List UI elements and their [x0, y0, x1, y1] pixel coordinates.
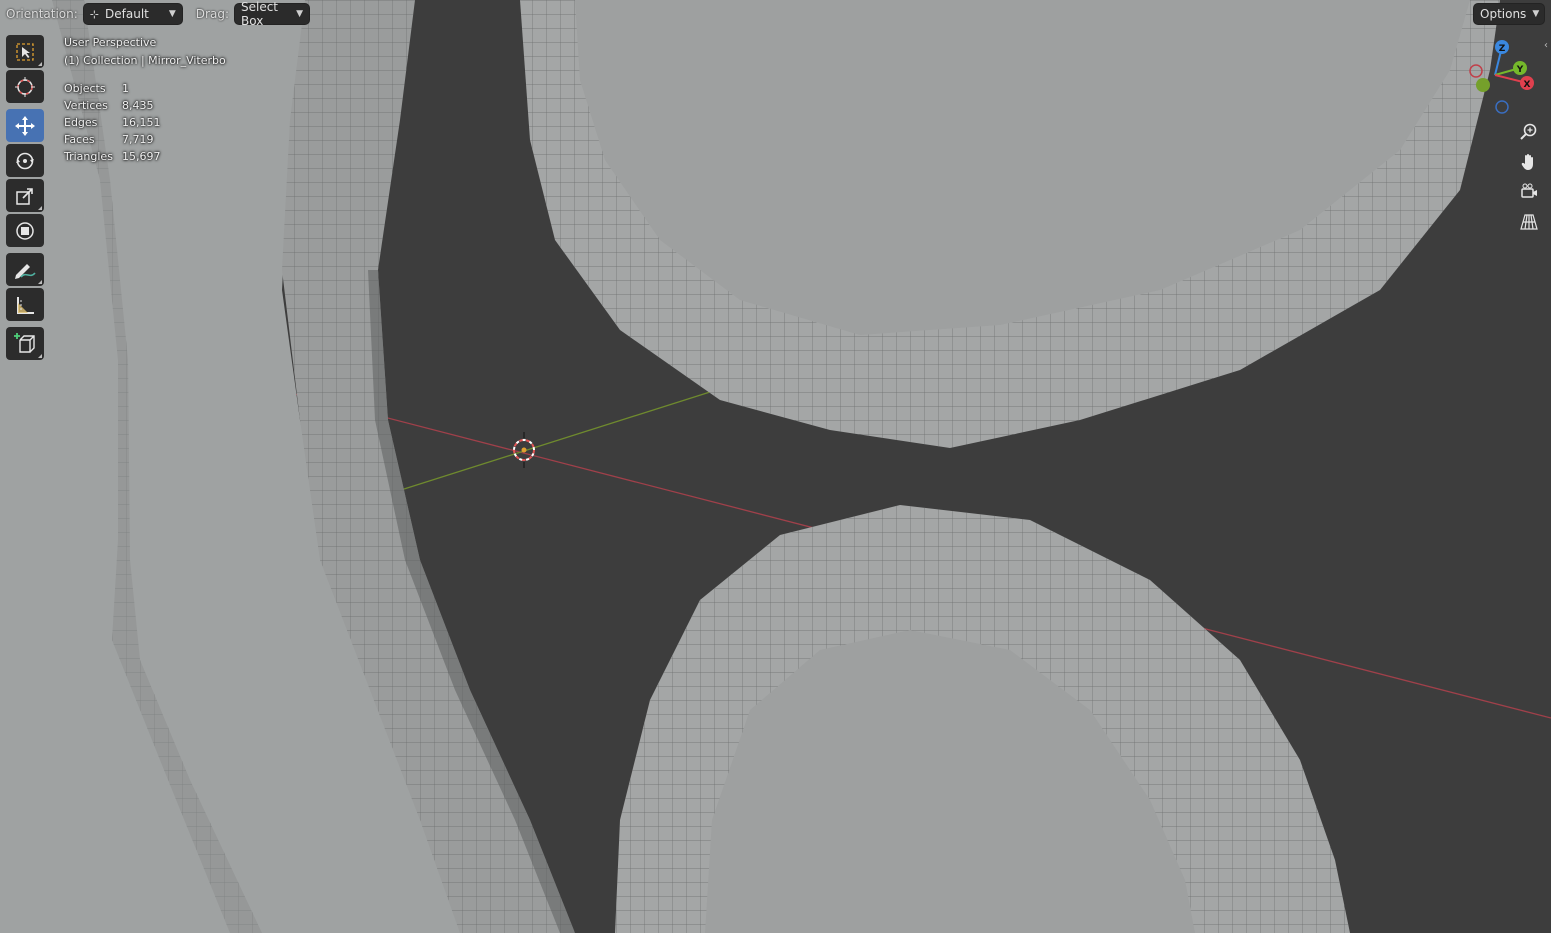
cursor-tool[interactable]	[6, 70, 44, 103]
orientation-dropdown[interactable]: ⊹ Default ▼	[83, 4, 182, 24]
stat-row: Faces 7,719	[64, 133, 226, 150]
scale-icon	[16, 187, 33, 205]
stat-row: Objects 1	[64, 82, 226, 99]
scale-tool[interactable]	[6, 179, 44, 212]
tool-shelf	[6, 35, 46, 362]
zoom-button[interactable]	[1515, 118, 1543, 146]
cursor-icon	[15, 76, 35, 97]
rotate-tool[interactable]	[6, 144, 44, 177]
stat-key: Vertices	[64, 99, 108, 112]
stat-value: 8,435	[122, 99, 154, 112]
orientation-value: Default	[105, 7, 149, 21]
navigation-controls	[1515, 118, 1545, 238]
stat-value: 1	[122, 82, 129, 95]
move-tool[interactable]	[6, 109, 44, 142]
zoom-icon	[1520, 123, 1537, 140]
rotate-icon	[16, 152, 34, 169]
perspective-toggle-button[interactable]	[1515, 208, 1543, 236]
3d-viewport[interactable]: Z Y X	[0, 0, 1551, 933]
chevron-down-icon: ▼	[296, 9, 303, 19]
scene-statistics: Objects 1 Vertices 8,435 Edges 16,151 Fa…	[64, 82, 226, 167]
measure-icon	[17, 296, 34, 314]
stat-value: 15,697	[122, 150, 161, 163]
gizmo-x-label: X	[1524, 80, 1531, 90]
measure-tool[interactable]	[6, 288, 44, 321]
options-dropdown[interactable]: Options ▼	[1474, 4, 1544, 24]
gizmo-y-label: Y	[1516, 65, 1524, 75]
stat-row: Edges 16,151	[64, 116, 226, 133]
viewport-scene: Z Y X	[0, 0, 1551, 933]
stat-value: 16,151	[122, 116, 161, 129]
3d-cursor	[513, 432, 535, 468]
move-icon	[15, 115, 35, 136]
annotate-tool[interactable]	[6, 253, 44, 286]
drag-dropdown[interactable]: Select Box ▼	[234, 0, 309, 28]
transform-icon	[16, 221, 34, 240]
chevron-down-icon: ▼	[1532, 9, 1540, 19]
stat-key: Edges	[64, 116, 98, 129]
orientation-axes-icon: ⊹	[89, 7, 100, 21]
collection-name: (1) Collection | Mirror_Viterbo	[64, 54, 226, 67]
stat-key: Objects	[64, 82, 106, 95]
drag-label: Drag:	[195, 7, 229, 21]
view-name: User Perspective	[64, 36, 157, 49]
stat-row: Vertices 8,435	[64, 99, 226, 116]
viewport-text-overlay: User Perspective (1) Collection | Mirror…	[64, 36, 226, 167]
orientation-label: Orientation:	[6, 7, 78, 21]
stat-value: 7,719	[122, 133, 154, 146]
select-box-icon	[16, 42, 34, 61]
sidebar-toggle-icon[interactable]: ‹	[1544, 40, 1548, 51]
transform-tool[interactable]	[6, 214, 44, 247]
select-box-tool[interactable]	[6, 35, 44, 68]
options-label: Options	[1480, 7, 1527, 21]
pan-button[interactable]	[1515, 148, 1543, 176]
stat-row: Triangles 15,697	[64, 150, 226, 167]
stat-key: Triangles	[64, 150, 113, 163]
chevron-down-icon: ▼	[168, 9, 176, 19]
annotate-icon	[15, 263, 36, 279]
add-cube-icon	[14, 332, 35, 353]
stat-key: Faces	[64, 133, 95, 146]
camera-view-icon	[1521, 183, 1537, 198]
pan-hand-icon	[1521, 154, 1533, 170]
add-cube-tool[interactable]	[6, 327, 44, 360]
gizmo-z-label: Z	[1499, 44, 1506, 54]
grid-perspective-icon	[1520, 214, 1538, 230]
camera-view-button[interactable]	[1515, 178, 1543, 206]
viewport-header: Orientation: ⊹ Default ▼ Drag: Select Bo…	[0, 0, 1551, 28]
drag-value: Select Box	[240, 0, 279, 28]
